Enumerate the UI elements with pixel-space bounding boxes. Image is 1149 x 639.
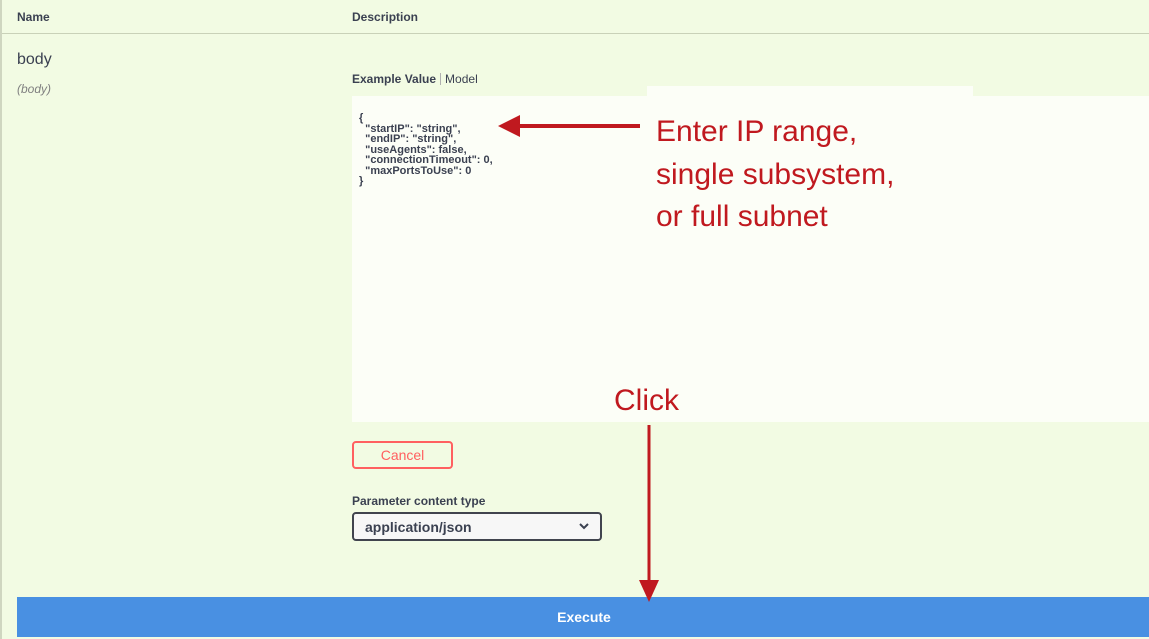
down-arrow-icon: [639, 425, 659, 602]
left-arrow-icon: [498, 115, 640, 137]
annotation-arrows: [498, 115, 659, 602]
operation-panel: Name Description body (body) Example Val…: [0, 0, 1149, 639]
